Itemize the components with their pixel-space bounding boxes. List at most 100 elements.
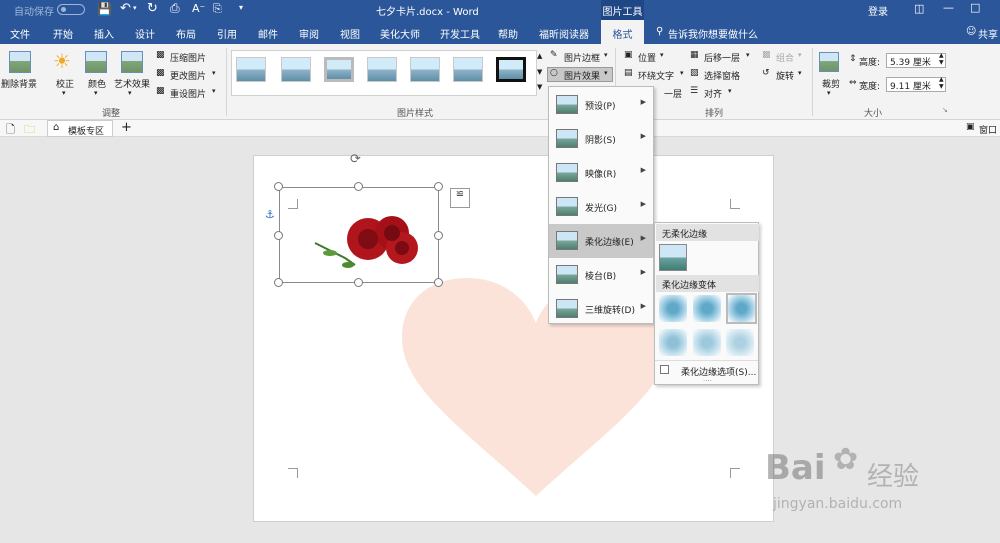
tab-view[interactable]: 视图 [340, 26, 360, 41]
tab-beautify-master[interactable]: 美化大师 [380, 26, 420, 41]
undo-dropdown-icon[interactable]: ▾ [133, 4, 137, 12]
menu-item-shadow[interactable]: 阴影(S) ▶ [549, 122, 653, 156]
tab-format[interactable]: 格式 [601, 20, 644, 44]
reset-picture-dropdown-icon[interactable]: ▾ [212, 87, 216, 95]
tab-insert[interactable]: 插入 [94, 26, 114, 41]
autosave-toggle[interactable] [57, 4, 85, 15]
tab-mailings[interactable]: 邮件 [258, 26, 278, 41]
resize-handle[interactable] [274, 278, 283, 287]
save-icon[interactable]: 💾 [97, 2, 112, 16]
soft-edge-variant-6[interactable] [726, 329, 754, 356]
window-button[interactable]: 窗口 [979, 123, 997, 136]
soft-edge-variant-2[interactable] [693, 295, 721, 322]
soft-edge-variant-5[interactable] [693, 329, 721, 356]
resize-handle[interactable] [434, 231, 443, 240]
bring-forward-dropdown-icon[interactable]: ▾ [746, 51, 750, 59]
gallery-scroll-down-icon[interactable]: ▼ [537, 68, 542, 76]
touch-mode-icon[interactable]: ⎘ [213, 2, 222, 16]
new-document-icon[interactable]: 🗋 [6, 121, 15, 140]
width-input[interactable]: 9.11 厘米 [886, 77, 946, 92]
compress-picture-button[interactable]: 压缩图片 [170, 51, 206, 64]
selection-pane-button[interactable]: 选择窗格 [704, 69, 740, 82]
resize-handle[interactable] [434, 278, 443, 287]
tab-layout[interactable]: 布局 [176, 26, 196, 41]
menu-item-3d-rotation[interactable]: 三维旋转(D) ▶ [549, 292, 653, 326]
picture-style-5[interactable] [410, 57, 440, 82]
picture-style-4[interactable] [367, 57, 397, 82]
soft-edge-options-link[interactable]: 柔化边缘选项(S)... [681, 365, 756, 378]
soft-edge-variant-4[interactable] [659, 329, 687, 356]
position-button[interactable]: 位置 [638, 51, 656, 64]
template-tab[interactable]: ⌂ 模板专区 [47, 120, 113, 137]
gallery-scroll-up-icon[interactable]: ▲ [537, 52, 542, 60]
tab-file[interactable]: 文件 [10, 26, 30, 41]
remove-background-button[interactable]: 删除背景 [1, 77, 37, 90]
picture-style-7[interactable] [496, 57, 526, 82]
redo-icon[interactable]: ↻ [147, 1, 158, 16]
height-spin-icon[interactable]: ▲ ▼ [939, 52, 944, 66]
menu-item-soft-edges[interactable]: 柔化边缘(E) ▶ [549, 224, 653, 258]
wrap-text-button[interactable]: 环绕文字 [638, 69, 674, 82]
picture-style-3[interactable] [324, 57, 354, 82]
crop-dropdown-icon[interactable]: ▾ [827, 89, 831, 97]
color-dropdown-icon[interactable]: ▾ [94, 89, 98, 97]
soft-edge-none-option[interactable] [659, 244, 687, 271]
soft-edge-options-checkbox[interactable] [660, 365, 669, 374]
tab-home[interactable]: 开始 [53, 26, 73, 41]
group-dropdown-icon[interactable]: ▾ [798, 51, 802, 59]
resize-handle[interactable] [354, 278, 363, 287]
share-button[interactable]: 共享 [978, 26, 998, 41]
art-effect-dropdown-icon[interactable]: ▾ [128, 89, 132, 97]
tab-design[interactable]: 设计 [135, 26, 155, 41]
ribbon-display-icon[interactable]: ◫ [914, 2, 924, 15]
correct-dropdown-icon[interactable]: ▾ [62, 89, 66, 97]
picture-style-6[interactable] [453, 57, 483, 82]
rotate-dropdown-icon[interactable]: ▾ [798, 69, 802, 77]
send-backward-button[interactable]: 一层 [664, 87, 682, 100]
soft-edge-variant-3[interactable] [726, 293, 757, 324]
tab-review[interactable]: 审阅 [299, 26, 319, 41]
rotate-button[interactable]: 旋转 [776, 69, 794, 82]
tab-developer[interactable]: 开发工具 [440, 26, 480, 41]
picture-style-1[interactable] [236, 57, 266, 82]
size-dialog-launcher-icon[interactable]: ↘ [942, 106, 948, 114]
group-button[interactable]: 组合 [776, 51, 794, 64]
resize-handle[interactable] [434, 182, 443, 191]
height-input[interactable]: 5.39 厘米 [886, 53, 946, 68]
tab-references[interactable]: 引用 [217, 26, 237, 41]
undo-icon[interactable]: ↶ [120, 1, 131, 16]
login-link[interactable]: 登录 [868, 3, 888, 18]
gallery-more-icon[interactable]: ▼ [537, 83, 542, 91]
minimize-icon[interactable]: — [943, 1, 954, 14]
menu-item-reflection[interactable]: 映像(R) ▶ [549, 156, 653, 190]
tab-help[interactable]: 帮助 [498, 26, 518, 41]
align-dropdown-icon[interactable]: ▾ [728, 87, 732, 95]
resize-handle[interactable] [354, 182, 363, 191]
bring-forward-button[interactable]: 后移一层 [704, 51, 740, 64]
menu-item-bevel[interactable]: 棱台(B) ▶ [549, 258, 653, 292]
align-button[interactable]: 对齐 [704, 87, 722, 100]
resize-grip[interactable]: .... [703, 375, 712, 383]
picture-border-button[interactable]: 图片边框 [564, 51, 600, 64]
read-aloud-icon[interactable]: A⁻ [192, 2, 205, 15]
resize-handle[interactable] [274, 231, 283, 240]
print-preview-icon[interactable]: ⎙ [170, 1, 180, 16]
resize-handle[interactable] [274, 182, 283, 191]
share-icon[interactable]: ☺ [966, 26, 976, 37]
change-picture-button[interactable]: 更改图片 [170, 69, 206, 82]
soft-edge-variant-1[interactable] [659, 295, 687, 322]
menu-item-preset[interactable]: 预设(P) ▶ [549, 88, 653, 122]
width-spin-icon[interactable]: ▲ ▼ [939, 76, 944, 90]
tab-foxit-reader[interactable]: 福昕阅读器 [539, 26, 589, 41]
rotate-handle-icon[interactable]: ⟳ [350, 152, 361, 167]
tell-me-search[interactable]: 告诉我你想要做什么 [668, 26, 758, 41]
selected-picture[interactable] [279, 187, 439, 283]
crop-button[interactable]: 裁剪 [822, 77, 840, 90]
wrap-text-dropdown-icon[interactable]: ▾ [680, 69, 684, 77]
add-tab-button[interactable]: + [121, 120, 132, 135]
restore-icon[interactable]: □ [970, 1, 980, 14]
picture-style-2[interactable] [281, 57, 311, 82]
position-dropdown-icon[interactable]: ▾ [660, 51, 664, 59]
reset-picture-button[interactable]: 重设图片 [170, 87, 206, 100]
change-picture-dropdown-icon[interactable]: ▾ [212, 69, 216, 77]
